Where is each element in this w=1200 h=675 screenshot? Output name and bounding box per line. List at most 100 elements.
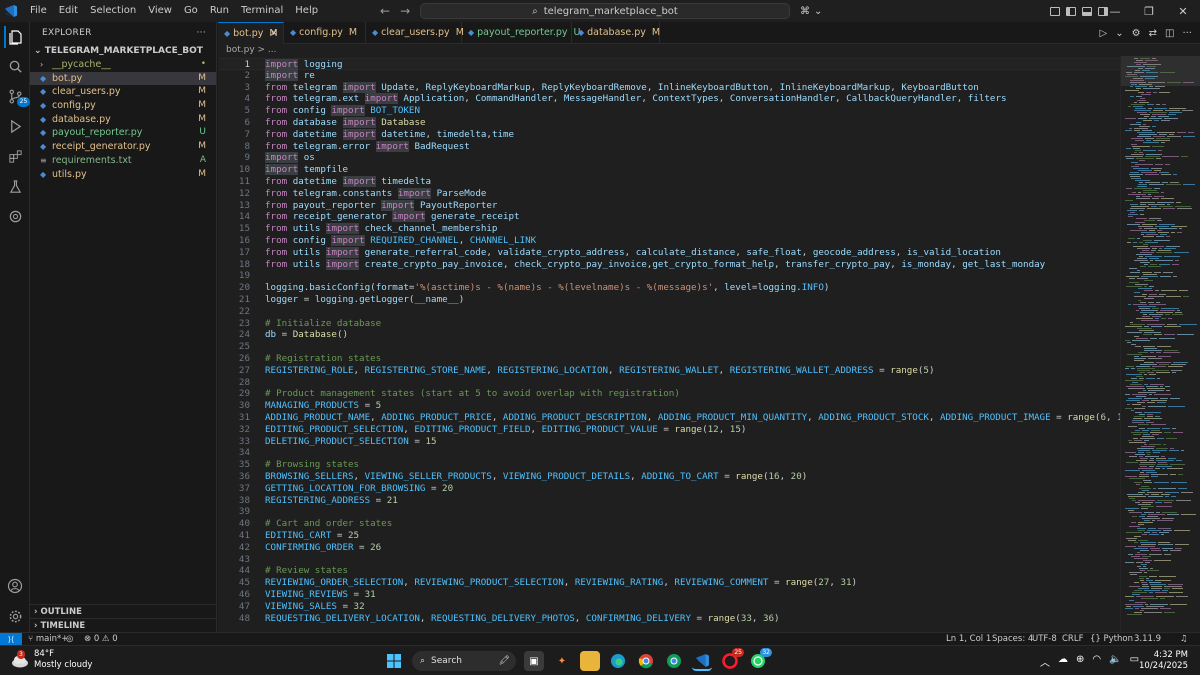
code-line[interactable]: 29 # Product management states (start at …	[218, 388, 1120, 400]
file-explorer-icon[interactable]	[580, 651, 600, 671]
code-line[interactable]: 33 DELETING_PRODUCT_SELECTION = 15	[218, 436, 1120, 448]
windows-start-icon[interactable]	[384, 651, 404, 671]
menu-selection[interactable]: Selection	[84, 0, 142, 22]
split-editor-icon[interactable]: ◫	[1165, 28, 1174, 39]
code-line[interactable]: 3 from telegram import Update, ReplyKeybo…	[218, 81, 1120, 94]
menu-edit[interactable]: Edit	[53, 0, 84, 22]
code-line[interactable]: 6 from database import Database	[218, 117, 1120, 129]
chrome-browser-icon[interactable]	[636, 651, 656, 671]
code-line[interactable]: 45 REVIEWING_ORDER_SELECTION, REVIEWING_P…	[218, 577, 1120, 589]
code-line[interactable]: 23 # Initialize database	[218, 318, 1120, 330]
code-line[interactable]: 31 ADDING_PRODUCT_NAME, ADDING_PRODUCT_PR…	[218, 412, 1120, 424]
maximize-icon[interactable]: ❐	[1132, 5, 1166, 18]
file-item[interactable]: ◆ utils.py M	[30, 168, 216, 182]
code-line[interactable]: 44 # Review states	[218, 565, 1120, 577]
code-line[interactable]: 24 db = Database()	[218, 329, 1120, 341]
onedrive-cloud-icon[interactable]: ☁	[1058, 654, 1068, 669]
tab-payout-reporter[interactable]: ◆ payout_reporter.py U	[462, 22, 580, 44]
code-line[interactable]: 19	[218, 270, 1120, 282]
chatgpt-icon[interactable]	[4, 205, 26, 227]
code-line[interactable]: 28	[218, 377, 1120, 389]
code-line[interactable]: 48 REQUESTING_DELIVERY_LOCATION, REQUESTI…	[218, 613, 1120, 625]
file-item[interactable]: ◆ clear_users.py M	[30, 85, 216, 99]
code-line[interactable]: 43	[218, 554, 1120, 566]
code-line[interactable]: 47 VIEWING_SALES = 32	[218, 601, 1120, 613]
code-line[interactable]: 13 from payout_reporter import PayoutRepo…	[218, 199, 1120, 212]
timeline-section[interactable]: › TIMELINE	[30, 618, 217, 632]
chrome-profile-icon[interactable]	[664, 651, 684, 671]
opera-browser-icon[interactable]: 25	[720, 648, 744, 671]
command-center-search[interactable]: ⌕ telegram_marketplace_bot	[420, 3, 790, 19]
workspace-folder[interactable]: ⌄ TELEGRAM_MARKETPLACE_BOT	[30, 44, 216, 58]
volume-icon[interactable]: 🔈	[1109, 654, 1121, 669]
code-line[interactable]: 27 REGISTERING_ROLE, REGISTERING_STORE_NA…	[218, 365, 1120, 377]
file-item[interactable]: ◆ database.py M	[30, 113, 216, 127]
code-line[interactable]: 7 from datetime import datetime, timedelt…	[218, 128, 1120, 141]
code-line[interactable]: 34	[218, 447, 1120, 459]
file-item[interactable]: ◆ bot.py M	[30, 71, 216, 86]
tab-config[interactable]: ◆ config.py M	[284, 22, 366, 44]
taskbar-search[interactable]: ⌕ Search 🖍	[412, 651, 516, 671]
minimap-slider[interactable]	[1121, 56, 1200, 86]
code-line[interactable]: 15 from utils import check_channel_member…	[218, 223, 1120, 235]
account-icon[interactable]	[4, 575, 26, 597]
code-line[interactable]: 26 # Registration states	[218, 353, 1120, 365]
tab-clear-users[interactable]: ◆ clear_users.py M	[366, 22, 464, 44]
code-line[interactable]: 41 EDITING_CART = 25	[218, 530, 1120, 542]
menu-run[interactable]: Run	[204, 0, 235, 22]
code-line[interactable]: 25	[218, 341, 1120, 353]
language-icon[interactable]: ⊕	[1076, 654, 1084, 669]
copilot-settings-icon[interactable]: ⚙	[1132, 28, 1141, 39]
code-line[interactable]: 36 BROWSING_SELLERS, VIEWING_SELLER_PRODU…	[218, 471, 1120, 483]
customize-layout-icon[interactable]	[1050, 6, 1060, 16]
code-line[interactable]: 16 from config import REQUIRED_CHANNEL, C…	[218, 235, 1120, 247]
file-item[interactable]: ◆ config.py M	[30, 99, 216, 113]
code-line[interactable]: 14 from receipt_generator import generate…	[218, 211, 1120, 223]
show-hidden-icons-icon[interactable]: ︿	[1040, 654, 1050, 669]
run-python-file-icon[interactable]: ▷	[1100, 28, 1108, 39]
code-line[interactable]: 40 # Cart and order states	[218, 518, 1120, 530]
close-window-icon[interactable]: ✕	[1166, 5, 1200, 18]
copilot-app-icon[interactable]: ✦	[552, 651, 572, 671]
minimap[interactable]	[1120, 56, 1200, 632]
tab-database[interactable]: ◆ database.py M	[572, 22, 660, 44]
file-item[interactable]: ≡ requirements.txt A	[30, 154, 216, 168]
menu-terminal[interactable]: Terminal	[235, 0, 289, 22]
code-line[interactable]: 39	[218, 506, 1120, 518]
forward-arrow-icon[interactable]: →	[400, 4, 410, 18]
code-line[interactable]: 17 from utils import generate_referral_co…	[218, 246, 1120, 259]
task-view-icon[interactable]: ▣	[524, 651, 544, 671]
code-line[interactable]: 5 from config import BOT_TOKEN	[218, 105, 1120, 117]
menu-go[interactable]: Go	[178, 0, 204, 22]
code-line[interactable]: 10 import tempfile	[218, 164, 1120, 176]
file-item[interactable]: ◆ payout_reporter.py U	[30, 126, 216, 140]
clock[interactable]: 4:32 PM 10/24/2025	[1139, 650, 1188, 672]
whatsapp-icon[interactable]: 32	[748, 648, 772, 671]
wifi-icon[interactable]: ◠	[1092, 654, 1101, 669]
code-line[interactable]: 21 logger = logging.getLogger(__name__)	[218, 294, 1120, 306]
code-line[interactable]: 2 import re	[218, 69, 1120, 82]
open-changes-icon[interactable]: ⇄	[1149, 28, 1157, 39]
back-arrow-icon[interactable]: ←	[380, 4, 390, 18]
testing-flask-icon[interactable]	[4, 175, 26, 197]
more-actions-icon[interactable]: ···	[197, 22, 206, 44]
tab-bot[interactable]: ◆ bot.py M ✕	[218, 22, 284, 44]
code-line[interactable]: 37 GETTING_LOCATION_FOR_BROWSING = 20	[218, 483, 1120, 495]
edge-browser-icon[interactable]	[608, 651, 628, 671]
source-control-icon[interactable]: 25	[4, 85, 30, 107]
code-line[interactable]: 9 import os	[218, 152, 1120, 164]
code-line[interactable]: 42 CONFIRMING_ORDER = 26	[218, 542, 1120, 554]
code-line[interactable]: 32 EDITING_PRODUCT_SELECTION, EDITING_PRO…	[218, 424, 1120, 436]
code-line[interactable]: 11 from datetime import timedelta	[218, 176, 1120, 188]
menu-help[interactable]: Help	[289, 0, 324, 22]
file-item[interactable]: ◆ receipt_generator.py M	[30, 140, 216, 154]
copilot-button[interactable]: ⌘ ⌄	[800, 0, 822, 22]
toggle-sidebar-icon[interactable]	[1066, 6, 1076, 16]
code-line[interactable]: 30 MANAGING_PRODUCTS = 5	[218, 400, 1120, 412]
more-actions-icon[interactable]: ···	[1182, 28, 1192, 39]
code-line[interactable]: 4 from telegram.ext import Application, C…	[218, 93, 1120, 105]
file-item[interactable]: › __pycache__ •	[30, 58, 216, 72]
code-line[interactable]: 1 import logging	[218, 58, 1120, 70]
menu-view[interactable]: View	[142, 0, 178, 22]
code-line[interactable]: 38 REGISTERING_ADDRESS = 21	[218, 495, 1120, 507]
